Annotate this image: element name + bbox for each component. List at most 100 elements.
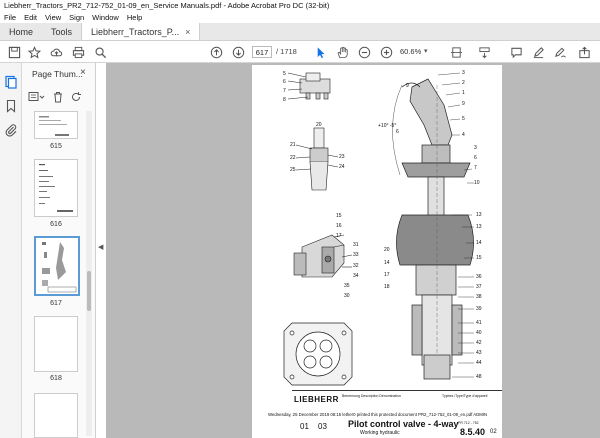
callout-label: 22 xyxy=(290,155,296,161)
thumbnail-options-icon[interactable] xyxy=(28,91,46,103)
tab-home[interactable]: Home xyxy=(0,23,42,40)
bookmark-icon[interactable] xyxy=(4,99,18,113)
thumbnail-page-616[interactable] xyxy=(34,159,78,217)
section-number: 8.5.40 xyxy=(460,427,486,437)
share-button[interactable] xyxy=(576,44,592,60)
search-icon xyxy=(94,46,106,58)
tab-close-icon[interactable]: × xyxy=(185,23,190,41)
menu-file[interactable]: File xyxy=(4,12,16,23)
thumbnail-label: 618 xyxy=(50,375,62,382)
menu-view[interactable]: View xyxy=(45,12,61,23)
zoom-dropdown-caret[interactable]: ▾ xyxy=(424,46,428,58)
callout-label: 25 xyxy=(290,167,296,173)
thumbnail-scrollbar-thumb[interactable] xyxy=(87,271,91,311)
valve-section-lower-left xyxy=(293,234,353,278)
document-viewer[interactable]: 5 6 7 8 20 21 22 23 24 25 +10° -5° 6 9 3… xyxy=(106,63,600,438)
select-tool-button[interactable] xyxy=(312,44,328,60)
callout-label: 30 xyxy=(344,293,350,299)
drawing-subtitle: Working hydraulic xyxy=(360,430,400,436)
callout-label: 9 xyxy=(462,101,465,107)
joystick-handle xyxy=(396,78,474,380)
callout-label: 13 xyxy=(476,224,482,230)
thumbnail-preview xyxy=(42,242,77,293)
hand-icon xyxy=(337,46,348,58)
search-button[interactable] xyxy=(92,44,108,60)
brand-logo: LIEBHERR xyxy=(294,395,339,404)
scroll-mode-button[interactable] xyxy=(476,44,492,60)
thumbnail-label: 617 xyxy=(50,300,62,307)
callout-label: 21 xyxy=(290,142,296,148)
zoom-level-input[interactable]: 60.6% xyxy=(400,46,421,58)
callout-label: 17 xyxy=(384,272,390,278)
cloud-upload-icon xyxy=(50,48,62,56)
menu-sign[interactable]: Sign xyxy=(69,12,84,23)
save-button[interactable] xyxy=(6,44,22,60)
zoom-in-button[interactable] xyxy=(378,44,394,60)
delete-page-icon[interactable] xyxy=(52,91,64,103)
comment-icon xyxy=(510,47,522,58)
callout-label: 6 xyxy=(396,129,399,135)
collapse-panel-arrow-icon[interactable]: ◀ xyxy=(98,243,103,251)
drawing-title: Pilot control valve - 4-way xyxy=(348,419,459,429)
window-title: Liebherr_Tractors_PR2_712-752_01-09_en_S… xyxy=(0,0,600,12)
callout-label: 8 xyxy=(283,97,286,103)
title-block-header: Benennung Description Dénomination xyxy=(342,394,401,398)
callout-label: 48 xyxy=(476,374,482,380)
hand-tool-button[interactable] xyxy=(334,44,350,60)
fill-sign-button[interactable] xyxy=(552,44,568,60)
menu-edit[interactable]: Edit xyxy=(24,12,37,23)
highlight-button[interactable] xyxy=(530,44,546,60)
bookmark-star-button[interactable] xyxy=(26,44,42,60)
comment-button[interactable] xyxy=(508,44,524,60)
menu-window[interactable]: Window xyxy=(92,12,119,23)
callout-label: 18 xyxy=(384,284,390,290)
callout-label: 35 xyxy=(344,283,350,289)
arrow-up-circle-icon xyxy=(210,46,222,58)
page-thumbnails-panel: Page Thum... × 615 616 617 618 xyxy=(22,63,96,438)
upload-cloud-button[interactable] xyxy=(48,44,64,60)
arrow-down-circle-icon xyxy=(232,46,244,58)
page-display-button[interactable] xyxy=(448,44,464,60)
callout-label: 17 xyxy=(336,233,342,239)
callout-label: 14 xyxy=(384,260,390,266)
thumbnail-preview xyxy=(39,164,73,212)
next-page-button[interactable] xyxy=(230,44,246,60)
panel-close-icon[interactable]: × xyxy=(80,67,86,78)
callout-label: 5 xyxy=(462,116,465,122)
page-number-input[interactable]: 617 xyxy=(252,46,272,58)
rotate-page-icon[interactable] xyxy=(70,91,82,103)
tab-tools[interactable]: Tools xyxy=(42,23,81,40)
callout-label: 13 xyxy=(476,212,482,218)
callout-label: 1 xyxy=(462,90,465,96)
page-fit-icon xyxy=(450,46,462,58)
callout-label: 10 xyxy=(474,180,480,186)
attachment-icon[interactable] xyxy=(4,123,18,137)
callout-label: 2 xyxy=(462,80,465,86)
thumbnail-page-615[interactable] xyxy=(34,111,78,139)
thumbnail-scrollbar[interactable] xyxy=(86,111,92,436)
menu-help[interactable]: Help xyxy=(127,12,142,23)
callout-label: 3 xyxy=(462,70,465,76)
print-stamp: Wednesday, 25 December 2019 08:15 lether… xyxy=(268,412,488,417)
callout-label: 23 xyxy=(339,154,345,160)
panel-title: Page Thum... xyxy=(32,69,83,79)
callout-label: 32 xyxy=(353,263,359,269)
thumbnail-label: 616 xyxy=(50,221,62,228)
thumbnail-page-next[interactable] xyxy=(34,393,78,438)
print-button[interactable] xyxy=(70,44,86,60)
callout-label: 44 xyxy=(476,360,482,366)
previous-page-button[interactable] xyxy=(208,44,224,60)
callout-label: 6 xyxy=(283,79,286,85)
thumbnail-page-618[interactable] xyxy=(34,316,78,372)
page-thumbnails-icon[interactable] xyxy=(4,75,18,89)
tab-document-label: Liebherr_Tractors_P... xyxy=(91,26,180,37)
callout-label: 9 xyxy=(406,83,409,89)
panel-tools xyxy=(28,89,96,105)
scroll-mode-icon xyxy=(478,46,490,58)
thumbnail-page-617-selected[interactable] xyxy=(34,236,80,296)
callout-label: 16 xyxy=(336,223,342,229)
navigation-rail xyxy=(0,63,22,438)
tab-document[interactable]: Liebherr_Tractors_P... × xyxy=(81,23,201,41)
star-icon xyxy=(27,45,41,58)
zoom-out-button[interactable] xyxy=(356,44,372,60)
